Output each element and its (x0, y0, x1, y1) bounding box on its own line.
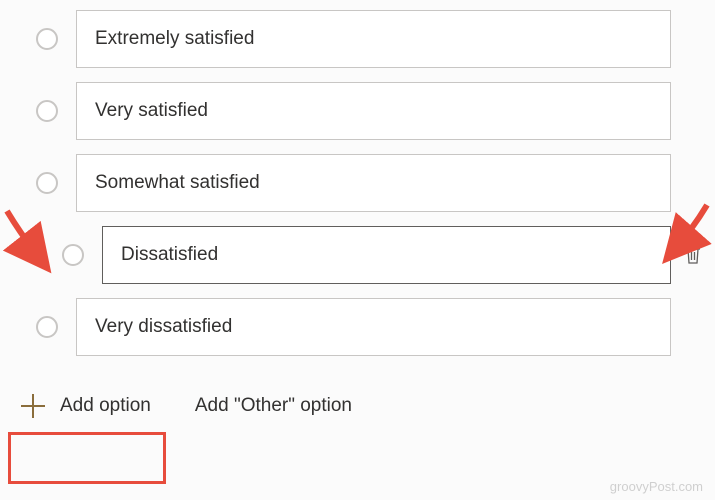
radio-icon (36, 316, 58, 338)
option-row: Somewhat satisfied (0, 154, 715, 212)
add-option-button[interactable]: Add option (14, 383, 163, 429)
option-input[interactable]: Very satisfied (76, 82, 671, 140)
plus-icon (20, 393, 46, 419)
option-input[interactable]: Somewhat satisfied (76, 154, 671, 212)
add-option-label: Add option (60, 395, 151, 417)
delete-option-button[interactable] (671, 244, 715, 266)
footer: Add option Add "Other" option (0, 383, 715, 429)
radio-icon (36, 28, 58, 50)
option-input[interactable]: Extremely satisfied (76, 10, 671, 68)
option-row-editing: Dissatisfied (0, 226, 715, 284)
radio-icon (36, 100, 58, 122)
option-row: Very satisfied (0, 82, 715, 140)
options-list: Extremely satisfied Very satisfied Somew… (0, 0, 715, 356)
watermark: groovyPost.com (610, 479, 703, 494)
option-row: Extremely satisfied (0, 10, 715, 68)
option-row: Very dissatisfied (0, 298, 715, 356)
option-input[interactable]: Very dissatisfied (76, 298, 671, 356)
drag-handle-icon[interactable] (26, 245, 50, 265)
annotation-highlight-box (8, 432, 166, 484)
add-other-option-button[interactable]: Add "Other" option (191, 385, 356, 427)
radio-icon (36, 172, 58, 194)
radio-icon (62, 244, 84, 266)
option-input[interactable]: Dissatisfied (102, 226, 671, 284)
